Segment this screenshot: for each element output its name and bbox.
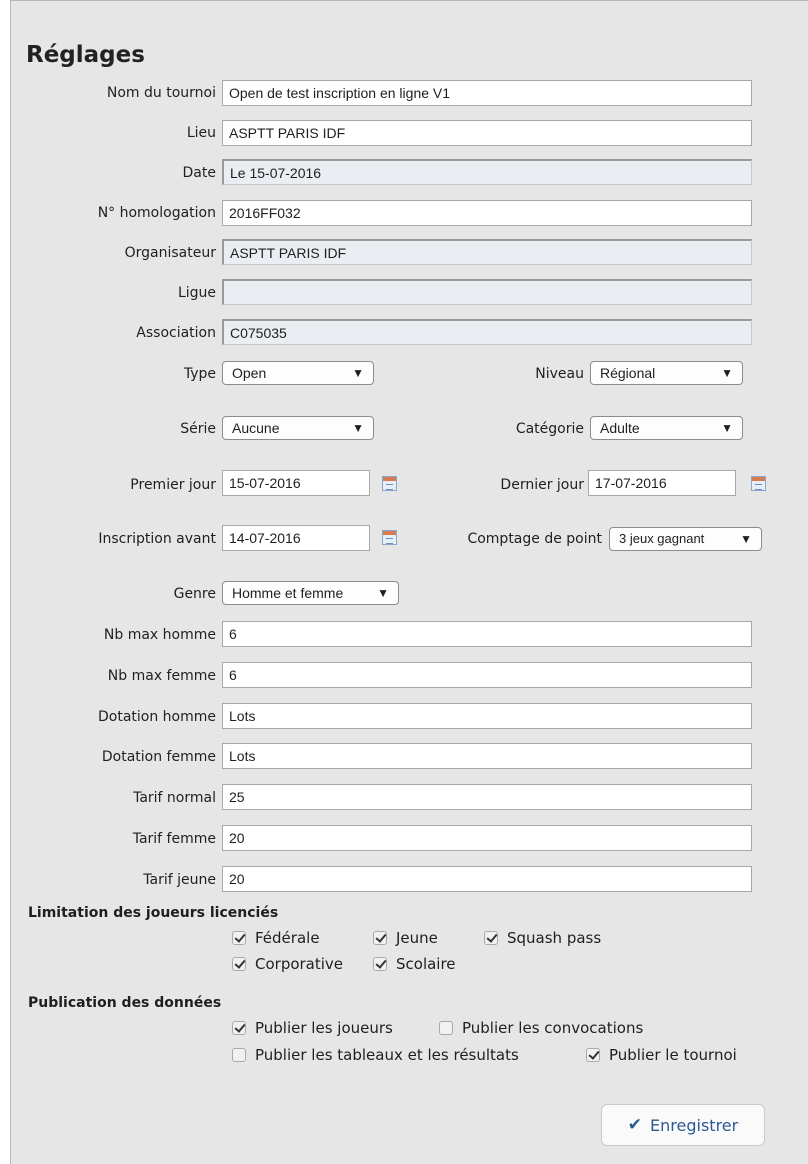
organisateur-field: ASPTT PARIS IDF <box>222 239 752 265</box>
dropdown-arrow-icon: ▼ <box>352 421 364 435</box>
checkbox-scolaire[interactable]: Scolaire <box>373 955 456 973</box>
homologation-input[interactable]: 2016FF032 <box>222 200 752 226</box>
label-ligue: Ligue <box>177 285 216 301</box>
label-serie: Série <box>180 421 216 437</box>
checkbox-federale[interactable]: Fédérale <box>232 929 320 947</box>
publication-heading: Publication des données <box>28 995 222 1011</box>
label-niveau: Niveau <box>535 366 584 382</box>
limitation-heading: Limitation des joueurs licenciés <box>28 905 279 921</box>
calendar-icon[interactable] <box>382 476 397 491</box>
categorie-select-value: Adulte <box>600 420 640 436</box>
checkbox-label: Publier les convocations <box>462 1019 644 1037</box>
checkbox-publier-tournoi[interactable]: Publier le tournoi <box>586 1046 737 1064</box>
checkbox-box[interactable] <box>586 1048 600 1062</box>
inscription-avant-input[interactable]: 14-07-2016 <box>222 525 370 551</box>
dropdown-arrow-icon: ▼ <box>377 586 389 600</box>
dernier-jour-input[interactable]: 17-07-2016 <box>588 470 736 496</box>
nb-max-femme-input[interactable]: 6 <box>222 662 752 688</box>
checkbox-squash-pass[interactable]: Squash pass <box>484 929 601 947</box>
checkbox-label: Corporative <box>255 955 344 973</box>
label-date: Date <box>182 165 216 181</box>
dropdown-arrow-icon: ▼ <box>740 532 752 546</box>
lieu-input[interactable]: ASPTT PARIS IDF <box>222 120 752 146</box>
checkbox-publier-convocations[interactable]: Publier les convocations <box>439 1019 643 1037</box>
checkbox-jeune[interactable]: Jeune <box>373 929 438 947</box>
checkbox-label: Publier le tournoi <box>609 1046 737 1064</box>
label-nom-tournoi: Nom du tournoi <box>106 85 216 101</box>
premier-jour-input[interactable]: 15-07-2016 <box>222 470 370 496</box>
checkbox-label: Squash pass <box>507 929 602 947</box>
label-organisateur: Organisateur <box>124 245 216 261</box>
page-title: Réglages <box>26 42 145 68</box>
label-dotation-femme: Dotation femme <box>101 749 216 765</box>
label-genre: Genre <box>173 586 216 602</box>
comptage-select[interactable]: 3 jeux gagnant ▼ <box>609 527 762 551</box>
categorie-select[interactable]: Adulte ▼ <box>590 416 743 440</box>
type-select-value: Open <box>232 365 267 381</box>
label-nb-max-femme: Nb max femme <box>107 668 216 684</box>
label-homologation: N° homologation <box>97 205 216 221</box>
label-tarif-normal: Tarif normal <box>133 790 216 806</box>
serie-select[interactable]: Aucune ▼ <box>222 416 374 440</box>
genre-select[interactable]: Homme et femme ▼ <box>222 581 399 605</box>
checkbox-label: Jeune <box>396 929 438 947</box>
label-lieu: Lieu <box>186 125 216 141</box>
genre-select-value: Homme et femme <box>232 585 344 601</box>
niveau-select-value: Régional <box>600 365 656 381</box>
association-field: C075035 <box>222 319 752 345</box>
tarif-femme-input[interactable]: 20 <box>222 825 752 851</box>
dotation-homme-input[interactable]: Lots <box>222 703 752 729</box>
checkbox-publier-joueurs[interactable]: Publier les joueurs <box>232 1019 393 1037</box>
checkbox-label: Scolaire <box>396 955 456 973</box>
checkbox-publier-tableaux[interactable]: Publier les tableaux et les résultats <box>232 1046 519 1064</box>
save-button-label: Enregistrer <box>650 1115 739 1135</box>
check-icon: ✔ <box>627 1115 643 1135</box>
checkbox-box[interactable] <box>232 931 246 945</box>
checkbox-label: Publier les joueurs <box>255 1019 393 1037</box>
label-categorie: Catégorie <box>515 421 584 437</box>
nom-tournoi-input[interactable]: Open de test inscription en ligne V1 <box>222 80 752 106</box>
label-comptage: Comptage de point <box>467 531 602 547</box>
ligue-field <box>222 279 752 305</box>
nb-max-homme-input[interactable]: 6 <box>222 621 752 647</box>
niveau-select[interactable]: Régional ▼ <box>590 361 743 385</box>
checkbox-box[interactable] <box>232 1021 246 1035</box>
label-tarif-jeune: Tarif jeune <box>143 872 216 888</box>
checkbox-box[interactable] <box>232 957 246 971</box>
checkbox-box[interactable] <box>484 931 498 945</box>
checkbox-box[interactable] <box>373 957 387 971</box>
label-type: Type <box>183 366 216 382</box>
type-select[interactable]: Open ▼ <box>222 361 374 385</box>
checkbox-label: Publier les tableaux et les résultats <box>255 1046 519 1064</box>
serie-select-value: Aucune <box>232 420 280 436</box>
dropdown-arrow-icon: ▼ <box>352 366 364 380</box>
label-nb-max-homme: Nb max homme <box>103 627 216 643</box>
checkbox-label: Fédérale <box>255 929 320 947</box>
checkbox-box[interactable] <box>439 1021 453 1035</box>
save-button[interactable]: ✔ Enregistrer <box>601 1104 765 1146</box>
label-dernier-jour: Dernier jour <box>500 477 584 493</box>
date-field: Le 15-07-2016 <box>222 159 752 185</box>
calendar-icon[interactable] <box>382 530 397 545</box>
tarif-normal-input[interactable]: 25 <box>222 784 752 810</box>
label-dotation-homme: Dotation homme <box>97 709 216 725</box>
comptage-select-value: 3 jeux gagnant <box>619 531 705 546</box>
calendar-icon[interactable] <box>751 476 766 491</box>
label-tarif-femme: Tarif femme <box>132 831 216 847</box>
checkbox-box[interactable] <box>232 1048 246 1062</box>
label-inscription-avant: Inscription avant <box>98 531 216 547</box>
dropdown-arrow-icon: ▼ <box>721 366 733 380</box>
label-premier-jour: Premier jour <box>130 477 216 493</box>
tarif-jeune-input[interactable]: 20 <box>222 866 752 892</box>
checkbox-corporative[interactable]: Corporative <box>232 955 343 973</box>
dropdown-arrow-icon: ▼ <box>721 421 733 435</box>
dotation-femme-input[interactable]: Lots <box>222 743 752 769</box>
checkbox-box[interactable] <box>373 931 387 945</box>
label-association: Association <box>136 325 216 341</box>
